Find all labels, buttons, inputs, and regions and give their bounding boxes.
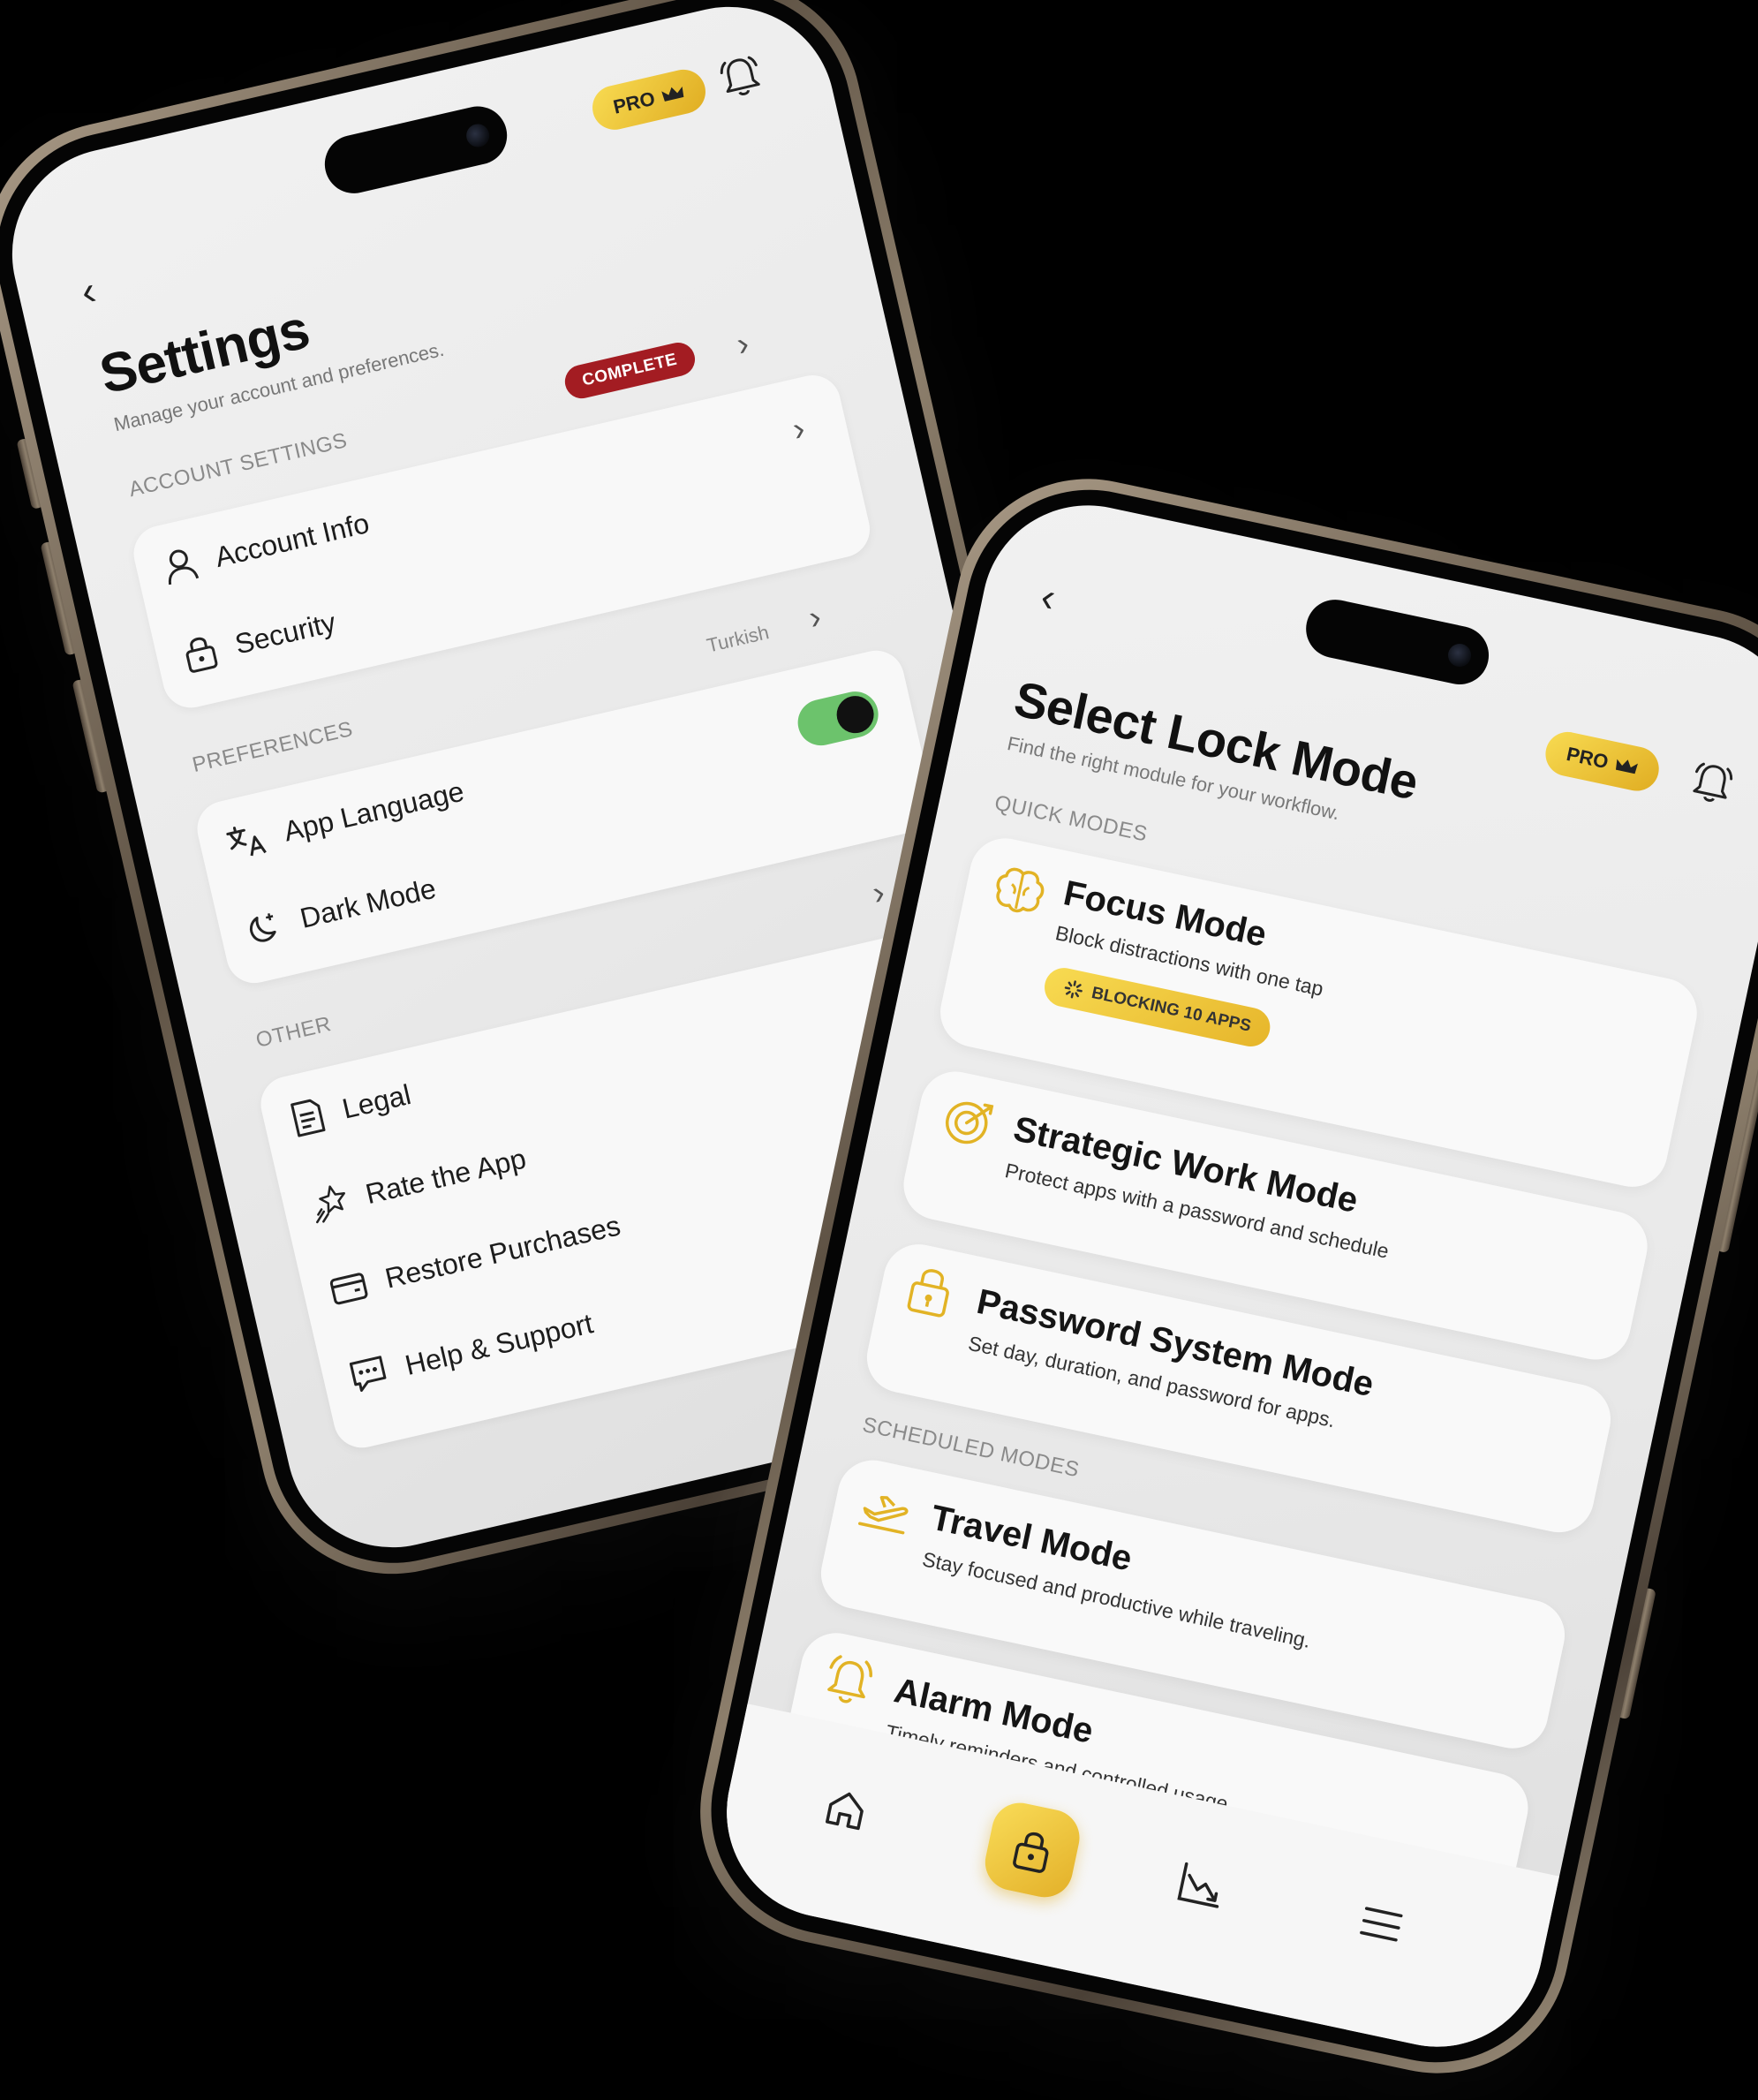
chevron-right-icon: › bbox=[733, 325, 753, 364]
chart-icon[interactable] bbox=[1175, 1860, 1229, 1911]
pro-label: PRO bbox=[611, 87, 658, 118]
legal-label: Legal bbox=[339, 1077, 414, 1125]
security-row[interactable]: Security bbox=[180, 604, 340, 675]
dark-mode-row[interactable]: Dark Mode bbox=[244, 871, 440, 948]
plane-icon bbox=[858, 1496, 909, 1535]
pro-label: PRO bbox=[1564, 742, 1611, 774]
document-icon bbox=[290, 1099, 326, 1137]
translate-icon bbox=[226, 827, 267, 857]
chevron-right-icon: › bbox=[805, 598, 826, 638]
chat-icon bbox=[349, 1356, 387, 1393]
security-label: Security bbox=[231, 605, 339, 661]
spinner-icon bbox=[1064, 980, 1083, 999]
section-preferences: PREFERENCES bbox=[190, 716, 356, 778]
pro-badge[interactable]: PRO bbox=[1541, 728, 1664, 796]
back-button[interactable]: ‹ bbox=[1037, 573, 1060, 621]
bell-icon[interactable] bbox=[1688, 759, 1735, 809]
wallet-icon bbox=[329, 1273, 368, 1305]
dark-mode-label: Dark Mode bbox=[297, 872, 439, 934]
tab-lock[interactable] bbox=[979, 1797, 1085, 1903]
rate-app-label: Rate the App bbox=[362, 1142, 529, 1210]
crown-icon bbox=[1615, 759, 1638, 774]
home-icon[interactable] bbox=[821, 1785, 871, 1835]
dark-mode-toggle[interactable] bbox=[793, 686, 883, 751]
section-quick-modes: QUICK MODES bbox=[992, 790, 1151, 847]
rate-app-row[interactable]: Rate the App bbox=[307, 1140, 530, 1226]
menu-icon[interactable] bbox=[1357, 1902, 1406, 1945]
user-icon bbox=[168, 549, 200, 585]
account-info-label: Account Info bbox=[211, 506, 373, 573]
brain-icon bbox=[996, 867, 1045, 913]
star-icon bbox=[316, 1185, 345, 1224]
help-support-label: Help & Support bbox=[402, 1306, 596, 1381]
lock-icon bbox=[185, 637, 218, 673]
legal-row[interactable]: Legal bbox=[287, 1076, 414, 1139]
padlock-icon bbox=[907, 1269, 949, 1318]
account-card: Account Info › Security bbox=[128, 369, 876, 714]
section-other: OTHER bbox=[253, 1012, 334, 1053]
restore-purchases-label: Restore Purchases bbox=[381, 1208, 623, 1295]
restore-purchases-row[interactable]: Restore Purchases bbox=[327, 1208, 623, 1308]
blocking-label: BLOCKING 10 APPS bbox=[1090, 983, 1253, 1036]
target-icon bbox=[945, 1101, 994, 1144]
bell-icon[interactable] bbox=[717, 52, 765, 102]
preferences-card: App Language Dark Mode bbox=[192, 645, 939, 989]
chevron-right-icon: › bbox=[869, 873, 888, 913]
status-badge: COMPLETE bbox=[562, 339, 698, 402]
app-language-row[interactable]: App Language bbox=[223, 774, 467, 863]
account-info-row[interactable]: Account Info bbox=[160, 505, 373, 586]
dynamic-island bbox=[1301, 593, 1495, 691]
app-language-label: App Language bbox=[280, 774, 467, 848]
help-support-row[interactable]: Help & Support bbox=[347, 1305, 597, 1395]
crown-icon bbox=[660, 87, 684, 102]
back-button[interactable]: ‹ bbox=[77, 267, 101, 314]
moon-icon bbox=[249, 913, 276, 942]
pro-badge[interactable]: PRO bbox=[588, 64, 710, 134]
lock-icon bbox=[1013, 1832, 1049, 1873]
dynamic-island bbox=[319, 100, 513, 200]
alarm-icon bbox=[827, 1655, 872, 1703]
chevron-right-icon: › bbox=[788, 410, 809, 449]
language-value: Turkish bbox=[705, 621, 772, 657]
